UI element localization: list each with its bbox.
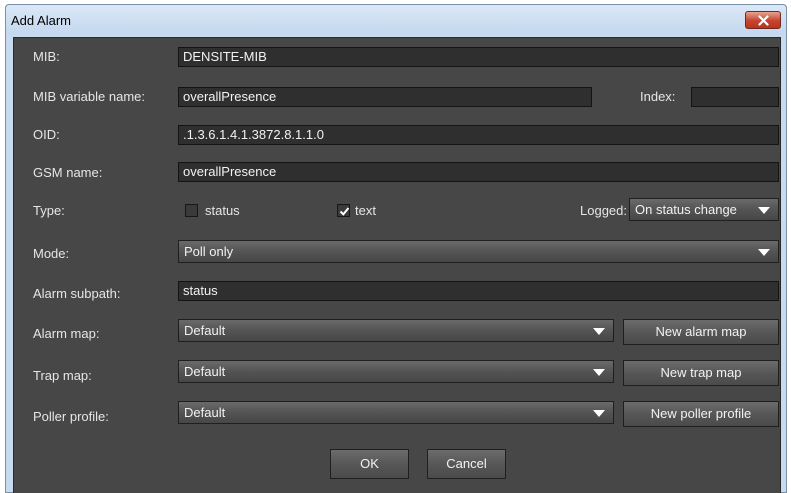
poller-profile-value: Default — [184, 405, 226, 420]
type-status-label: status — [205, 203, 240, 218]
chevron-down-icon — [593, 410, 605, 417]
alarm-map-label: Alarm map: — [33, 326, 100, 341]
new-trap-map-button[interactable]: New trap map — [623, 360, 779, 386]
mib-variable-name-field[interactable]: overallPresence — [178, 87, 592, 107]
add-alarm-dialog: Add Alarm MIB: DENSITE-MIB MIB variable … — [5, 4, 787, 493]
alarm-map-value: Default — [184, 323, 226, 338]
poller-profile-dropdown[interactable]: Default — [178, 401, 614, 424]
mib-field[interactable]: DENSITE-MIB — [178, 47, 779, 67]
oid-field[interactable]: .1.3.6.1.4.1.3872.8.1.1.0 — [178, 125, 779, 145]
oid-label: OID: — [33, 127, 60, 142]
chevron-down-icon — [593, 328, 605, 335]
cancel-button[interactable]: Cancel — [427, 449, 506, 479]
type-text-label: text — [355, 203, 376, 218]
logged-dropdown[interactable]: On status change — [629, 198, 779, 221]
gsm-name-label: GSM name: — [33, 165, 103, 180]
chevron-down-icon — [758, 207, 770, 214]
alarm-map-dropdown[interactable]: Default — [178, 319, 614, 342]
mib-label: MIB: — [33, 49, 60, 64]
mode-label: Mode: — [33, 246, 70, 261]
trap-map-dropdown[interactable]: Default — [178, 360, 614, 383]
alarm-subpath-field[interactable]: status — [178, 281, 779, 301]
logged-label: Logged: — [580, 203, 627, 218]
trap-map-label: Trap map: — [33, 368, 92, 383]
dialog-content: MIB: DENSITE-MIB MIB variable name: over… — [13, 37, 781, 493]
mib-variable-name-label: MIB variable name: — [33, 89, 145, 104]
chevron-down-icon — [758, 249, 770, 256]
logged-value: On status change — [635, 202, 737, 217]
new-poller-profile-button[interactable]: New poller profile — [623, 401, 779, 427]
check-icon — [339, 207, 350, 216]
gsm-name-field[interactable]: overallPresence — [178, 162, 779, 182]
mode-dropdown[interactable]: Poll only — [178, 240, 779, 263]
type-label: Type: — [33, 203, 65, 218]
title-bar[interactable]: Add Alarm — [6, 5, 786, 35]
type-status-checkbox[interactable] — [185, 204, 198, 217]
new-alarm-map-button[interactable]: New alarm map — [623, 319, 779, 345]
alarm-subpath-label: Alarm subpath: — [33, 286, 121, 301]
trap-map-value: Default — [184, 364, 226, 379]
chevron-down-icon — [593, 369, 605, 376]
window-title: Add Alarm — [11, 13, 71, 28]
index-field[interactable] — [691, 87, 779, 107]
ok-button[interactable]: OK — [330, 449, 409, 479]
mode-value: Poll only — [184, 244, 234, 259]
type-text-checkbox[interactable] — [337, 204, 350, 217]
poller-profile-label: Poller profile: — [33, 409, 109, 424]
close-icon — [758, 15, 769, 26]
index-label: Index: — [640, 89, 676, 104]
close-button[interactable] — [745, 11, 781, 29]
